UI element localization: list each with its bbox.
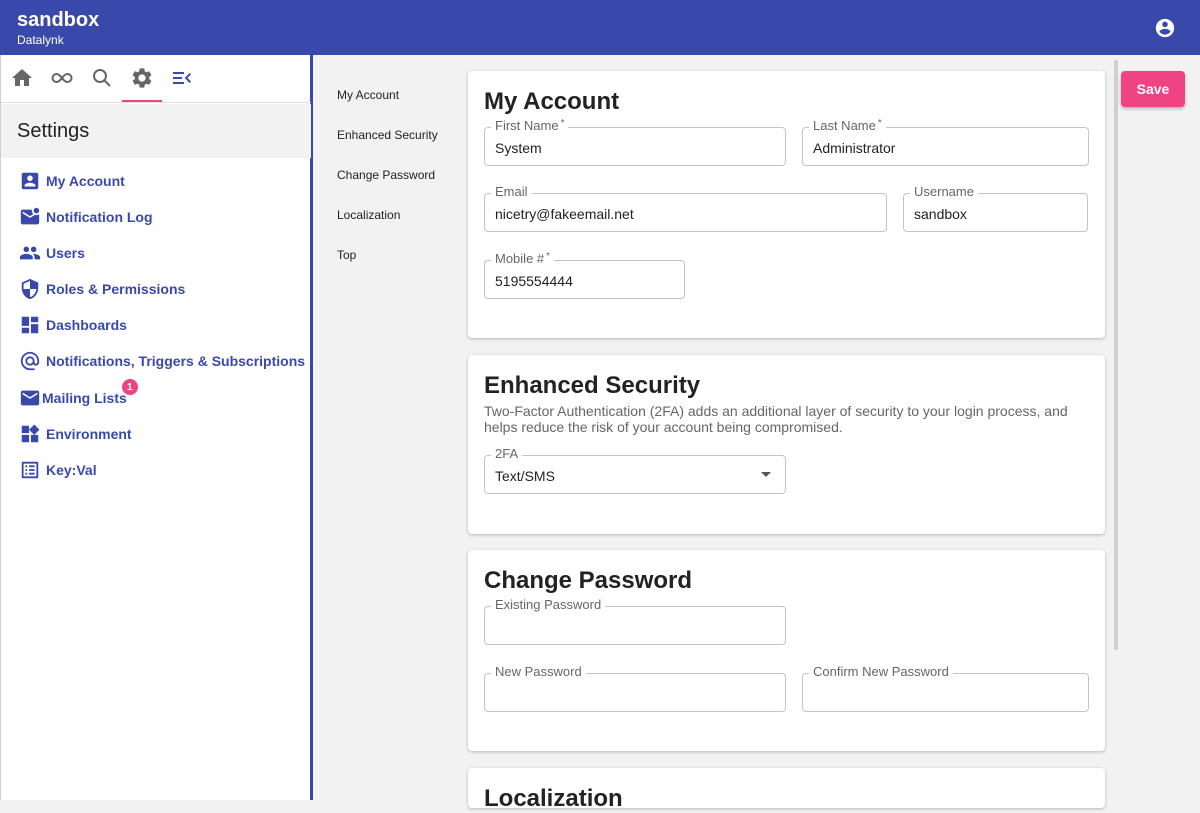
field-value: nicetry@fakeemail.net [495, 206, 634, 222]
sidebar-item-label: Dashboards [46, 317, 127, 333]
field-value: Text/SMS [495, 468, 555, 484]
field-label: New Password [491, 664, 586, 679]
anchor-my-account[interactable]: My Account [337, 88, 399, 102]
notification-badge: 1 [121, 379, 138, 395]
sidebar-item-label: Environment [46, 426, 132, 442]
sidebar-item-label: Key:Val [46, 462, 97, 478]
sidebar-item-roles-permissions[interactable]: Roles & Permissions [19, 277, 185, 301]
section-title: Change Password [484, 567, 693, 594]
shield-icon [21, 278, 39, 300]
field-value: sandbox [914, 206, 967, 222]
my-account-card: My Account First Name * System Last Name *… [468, 71, 1105, 338]
field-label: Existing Password [491, 597, 606, 612]
section-description: Two-Factor Authentication (2FA) adds an … [484, 403, 1068, 435]
sidebar-item-users[interactable]: Users [19, 241, 85, 265]
field-label: Username [910, 184, 978, 199]
gear-icon[interactable] [130, 66, 154, 90]
active-tab-indicator [122, 100, 162, 102]
sidebar-item-dashboards[interactable]: Dashboards [19, 313, 127, 337]
sidebar-item-notification-log[interactable]: Notification Log [19, 205, 153, 229]
at-sign-icon [20, 351, 40, 371]
menu-collapse-icon[interactable] [170, 66, 194, 90]
home-icon[interactable] [10, 66, 34, 90]
list-icon [21, 461, 39, 479]
people-icon [19, 246, 41, 260]
anchor-enhanced-security[interactable]: Enhanced Security [337, 128, 438, 142]
anchor-localization[interactable]: Localization [337, 208, 400, 222]
sidebar-item-mailing-lists[interactable]: Mailing Lists 1 [19, 379, 138, 410]
anchor-top[interactable]: Top [337, 248, 356, 262]
field-label: Email [491, 184, 532, 199]
field-label: Confirm New Password [809, 664, 953, 679]
sidebar-item-label: My Account [46, 173, 125, 189]
app-header: sandbox Datalynk [0, 0, 1200, 55]
account-circle-icon[interactable] [1154, 17, 1176, 39]
widgets-icon [21, 424, 40, 443]
section-title: Enhanced Security [484, 372, 701, 399]
sidebar-item-my-account[interactable]: My Account [19, 169, 125, 193]
dashboard-icon [21, 316, 39, 334]
section-title: My Account [484, 88, 620, 115]
mail-icon [20, 390, 40, 406]
app-subtitle: Datalynk [17, 33, 64, 47]
scrollbar[interactable] [1114, 60, 1118, 650]
sidebar: Settings My Account Notification Log Use… [0, 55, 313, 800]
sidebar-item-label: Roles & Permissions [46, 281, 186, 297]
sidebar-item-label: Notification Log [46, 209, 153, 225]
field-label: 2FA [491, 446, 523, 461]
field-value: System [495, 140, 542, 156]
enhanced-security-card: Enhanced Security Two-Factor Authenticat… [468, 355, 1105, 534]
app-title: sandbox [17, 9, 100, 31]
first-name-field[interactable]: First Name * System [484, 118, 786, 166]
field-label: Last Name * [809, 118, 886, 133]
infinity-icon[interactable] [50, 66, 74, 90]
save-button[interactable]: Save [1121, 71, 1185, 107]
search-icon[interactable] [90, 66, 114, 90]
section-title: Localization [484, 785, 623, 812]
sidebar-item-key-val[interactable]: Key:Val [19, 458, 97, 482]
existing-password-field[interactable]: Existing Password [484, 597, 786, 645]
settings-header: Settings [1, 104, 311, 158]
field-label: First Name * [491, 118, 569, 133]
chevron-down-icon [761, 472, 771, 477]
anchor-change-password[interactable]: Change Password [337, 168, 435, 182]
mail-badge-icon [20, 207, 40, 225]
email-field[interactable]: Email nicetry@fakeemail.net [484, 184, 887, 232]
sidebar-icon-tabs [1, 55, 311, 103]
sidebar-item-notifications-triggers[interactable]: Notifications, Triggers & Subscriptions [19, 349, 305, 373]
field-value: Administrator [813, 140, 896, 156]
account-box-icon [21, 172, 39, 190]
last-name-field[interactable]: Last Name * Administrator [802, 118, 1089, 166]
sidebar-item-label: Notifications, Triggers & Subscriptions [46, 353, 306, 369]
username-field[interactable]: Username sandbox [903, 184, 1088, 232]
new-password-field[interactable]: New Password [484, 664, 786, 712]
confirm-password-field[interactable]: Confirm New Password [802, 664, 1089, 712]
localization-card: Localization [468, 768, 1105, 812]
twofa-select[interactable]: 2FA Text/SMS [484, 446, 786, 494]
sidebar-item-label: Mailing Lists [42, 390, 127, 406]
field-label: Mobile # * [491, 251, 555, 266]
field-value: 5195554444 [495, 273, 573, 289]
settings-title: Settings [17, 120, 90, 142]
change-password-card: Change Password Existing Password New Pa… [468, 550, 1105, 751]
sidebar-item-environment[interactable]: Environment [19, 422, 132, 446]
mobile-field[interactable]: Mobile # * 5195554444 [484, 251, 685, 299]
sidebar-item-label: Users [46, 245, 85, 261]
